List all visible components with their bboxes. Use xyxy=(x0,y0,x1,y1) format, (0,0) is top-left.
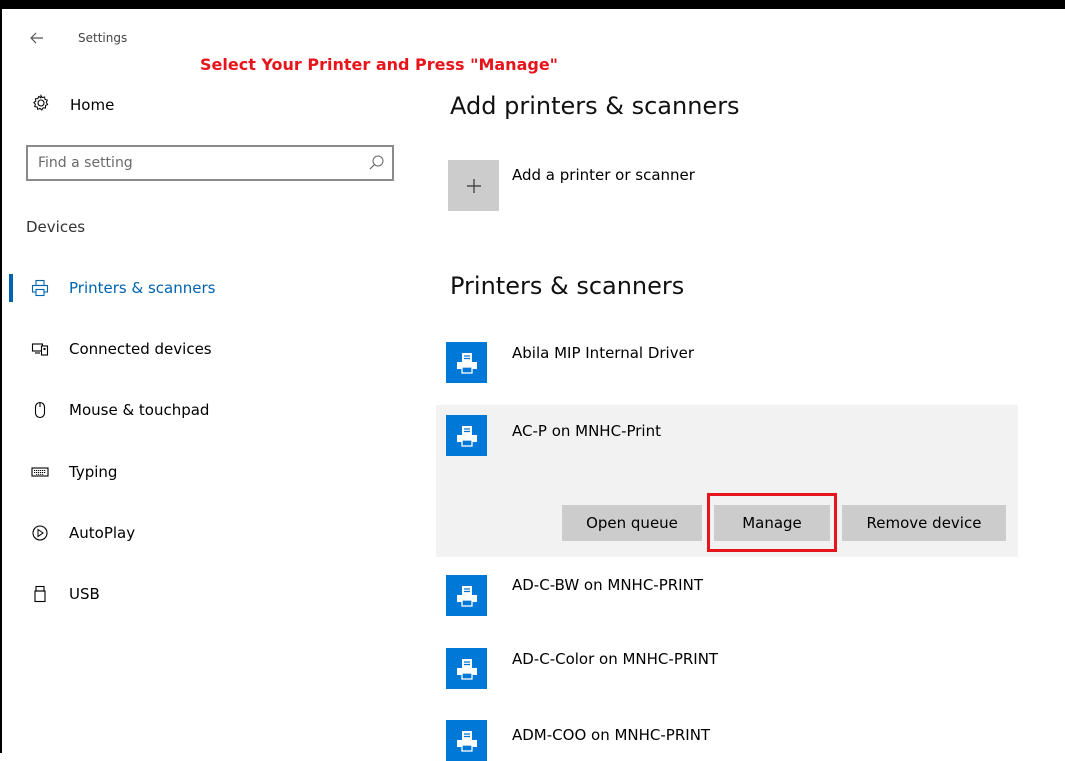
printer-item[interactable]: Abila MIP Internal Driver xyxy=(436,332,1018,394)
printer-name: AD-C-Color on MNHC-PRINT xyxy=(512,650,719,668)
open-queue-button[interactable]: Open queue xyxy=(562,505,702,541)
add-printers-heading: Add printers & scanners xyxy=(450,92,740,120)
active-indicator xyxy=(9,274,13,302)
sidebar-item-printers-scanners[interactable]: Printers & scanners xyxy=(0,268,400,308)
connected-devices-icon xyxy=(30,339,50,359)
sidebar-item-label: Typing xyxy=(69,463,118,481)
add-printer-button[interactable] xyxy=(448,160,499,211)
sidebar-item-label: AutoPlay xyxy=(69,524,136,542)
home-nav-item[interactable]: Home xyxy=(32,93,115,116)
printer-icon xyxy=(30,278,50,298)
printer-icon xyxy=(446,648,487,689)
title-bar: Settings xyxy=(28,28,127,48)
printer-icon xyxy=(446,415,487,456)
sidebar-item-connected-devices[interactable]: Connected devices xyxy=(0,329,400,369)
search-box[interactable] xyxy=(26,145,394,181)
keyboard-icon xyxy=(30,462,50,482)
instruction-annotation: Select Your Printer and Press "Manage" xyxy=(200,55,559,74)
add-printer-label[interactable]: Add a printer or scanner xyxy=(512,166,695,184)
back-arrow-icon[interactable] xyxy=(28,29,46,47)
home-label: Home xyxy=(70,96,115,114)
sidebar-item-label: USB xyxy=(69,585,100,603)
printer-name: ADM-COO on MNHC-PRINT xyxy=(512,726,711,744)
search-icon[interactable] xyxy=(368,154,386,172)
printer-name: Abila MIP Internal Driver xyxy=(512,344,694,362)
sidebar-item-label: Mouse & touchpad xyxy=(69,401,210,419)
section-label-devices: Devices xyxy=(26,218,86,236)
remove-device-button[interactable]: Remove device xyxy=(842,505,1006,541)
gear-icon xyxy=(32,93,50,116)
printer-name: AC-P on MNHC-Print xyxy=(512,422,661,440)
printer-item[interactable]: ADM-COO on MNHC-PRINT xyxy=(436,710,1018,761)
window-top-border xyxy=(0,0,1065,9)
printer-item[interactable]: AD-C-BW on MNHC-PRINT xyxy=(436,565,1018,627)
printer-icon xyxy=(446,575,487,616)
printer-name: AD-C-BW on MNHC-PRINT xyxy=(512,576,703,594)
search-input[interactable] xyxy=(38,147,358,179)
sidebar-item-usb[interactable]: USB xyxy=(0,574,400,614)
manage-highlight-box xyxy=(707,493,837,552)
autoplay-icon xyxy=(30,523,50,543)
window-left-border xyxy=(0,0,2,753)
sidebar-item-mouse-touchpad[interactable]: Mouse & touchpad xyxy=(0,390,400,430)
app-title: Settings xyxy=(78,31,128,45)
plus-icon xyxy=(466,178,481,193)
usb-icon xyxy=(30,584,50,604)
sidebar-item-label: Printers & scanners xyxy=(69,279,216,297)
mouse-icon xyxy=(30,400,50,420)
sidebar-item-typing[interactable]: Typing xyxy=(0,452,400,492)
sidebar-item-autoplay[interactable]: AutoPlay xyxy=(0,513,400,553)
printer-icon xyxy=(446,342,487,383)
printers-list-heading: Printers & scanners xyxy=(450,272,685,300)
sidebar-item-label: Connected devices xyxy=(69,340,212,358)
printer-item[interactable]: AD-C-Color on MNHC-PRINT xyxy=(436,638,1018,700)
printer-icon xyxy=(446,720,487,761)
